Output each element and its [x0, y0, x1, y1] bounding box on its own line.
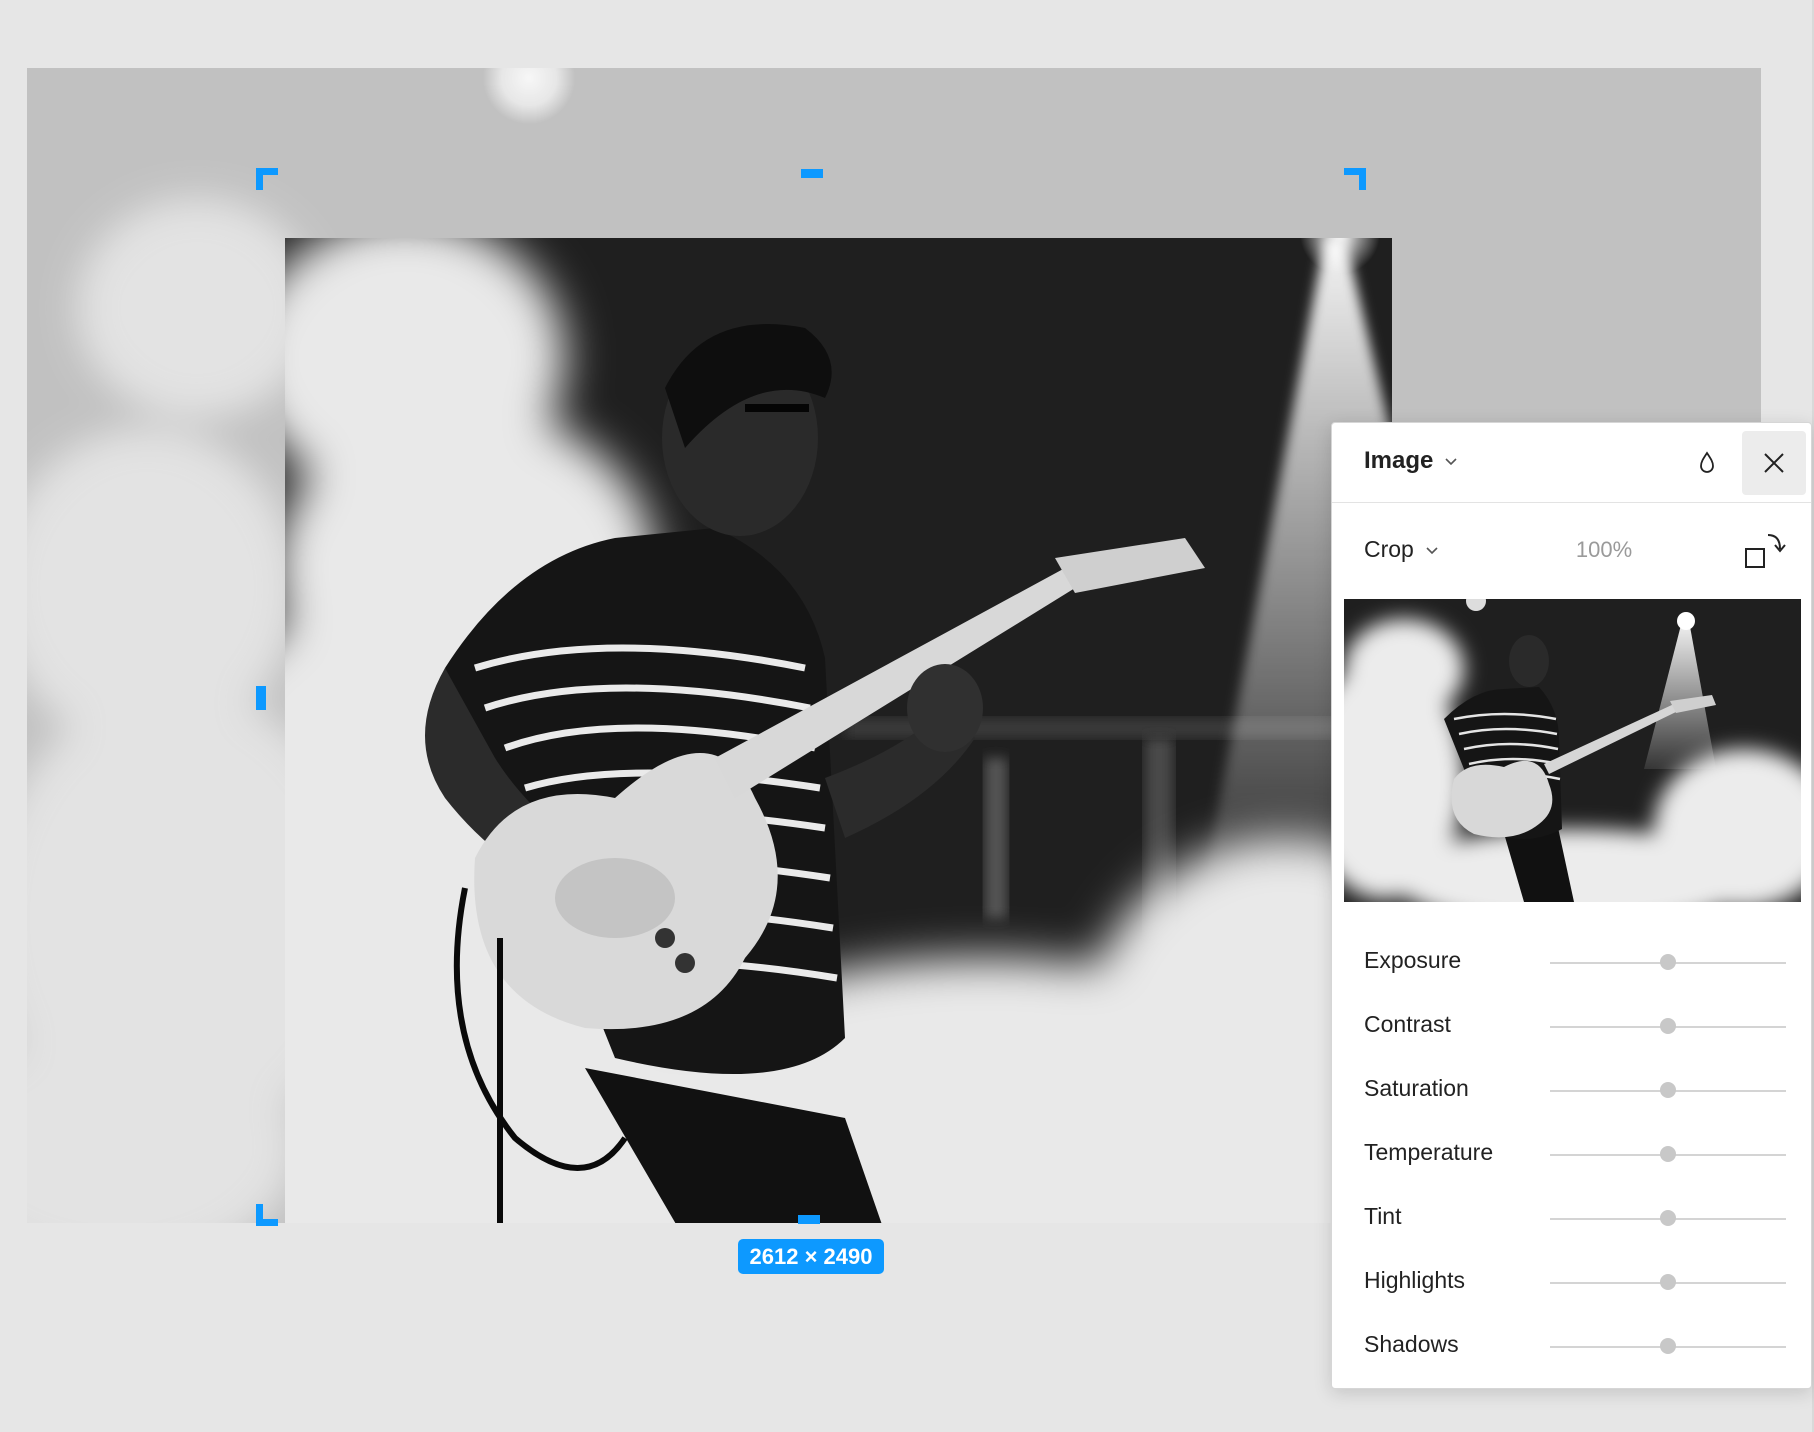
crop-region[interactable]	[285, 238, 1392, 1223]
crop-mode-dropdown[interactable]: Crop	[1364, 536, 1440, 563]
crop-handle-top-left[interactable]	[256, 168, 278, 190]
crop-handle-top[interactable]	[801, 169, 823, 178]
exposure-slider[interactable]	[1550, 954, 1786, 970]
adjustment-label: Tint	[1364, 1203, 1402, 1229]
slider-thumb[interactable]	[1660, 1338, 1676, 1354]
panel-header: Image	[1332, 423, 1811, 503]
chevron-down-icon	[1426, 546, 1438, 554]
adjustment-contrast: Contrast	[1332, 1007, 1811, 1071]
adjustment-exposure: Exposure	[1332, 943, 1811, 1007]
image-panel: Image Crop 100% Exposure Contrast Satura…	[1331, 422, 1812, 1389]
zoom-level[interactable]: 100%	[1556, 537, 1652, 563]
slider-thumb[interactable]	[1660, 954, 1676, 970]
dimensions-badge: 2612 × 2490	[738, 1239, 884, 1274]
slider-thumb[interactable]	[1660, 1082, 1676, 1098]
adjustment-label: Shadows	[1364, 1331, 1459, 1357]
adjustment-label: Saturation	[1364, 1075, 1469, 1101]
adjustment-label: Contrast	[1364, 1011, 1451, 1037]
adjustment-label: Highlights	[1364, 1267, 1465, 1293]
slider-thumb[interactable]	[1660, 1018, 1676, 1034]
slider-thumb[interactable]	[1660, 1210, 1676, 1226]
chevron-down-icon	[1445, 458, 1457, 466]
adjustment-highlights: Highlights	[1332, 1263, 1811, 1327]
adjustment-shadows: Shadows	[1332, 1327, 1811, 1388]
thumbnail-photo	[1344, 599, 1801, 902]
shadows-slider[interactable]	[1550, 1338, 1786, 1354]
slider-thumb[interactable]	[1660, 1274, 1676, 1290]
adjustment-label: Exposure	[1364, 947, 1462, 973]
contrast-slider[interactable]	[1550, 1018, 1786, 1034]
photo-crop	[285, 238, 1392, 1223]
close-icon	[1764, 453, 1784, 473]
rotate-icon[interactable]	[1744, 529, 1788, 571]
adjustment-saturation: Saturation	[1332, 1071, 1811, 1135]
adjustment-label: Temperature	[1364, 1139, 1494, 1165]
droplet-icon[interactable]	[1694, 450, 1720, 476]
adjustment-tint: Tint	[1332, 1199, 1811, 1263]
crop-handle-bottom[interactable]	[798, 1215, 820, 1224]
temperature-slider[interactable]	[1550, 1146, 1786, 1162]
crop-handle-bottom-left[interactable]	[256, 1204, 278, 1226]
slider-thumb[interactable]	[1660, 1146, 1676, 1162]
crop-handle-left[interactable]	[256, 686, 266, 710]
image-thumbnail[interactable]	[1344, 599, 1801, 902]
crop-handle-top-right[interactable]	[1344, 168, 1366, 190]
close-button[interactable]	[1742, 431, 1806, 495]
highlights-slider[interactable]	[1550, 1274, 1786, 1290]
crop-row: Crop 100%	[1332, 503, 1811, 599]
saturation-slider[interactable]	[1550, 1082, 1786, 1098]
adjustment-temperature: Temperature	[1332, 1135, 1811, 1199]
fill-type-dropdown[interactable]: Image	[1364, 447, 1459, 475]
adjustments-list: Exposure Contrast Saturation Temperature…	[1332, 943, 1811, 1388]
panel-title: Image	[1364, 447, 1434, 474]
crop-mode-label: Crop	[1364, 536, 1414, 562]
tint-slider[interactable]	[1550, 1210, 1786, 1226]
